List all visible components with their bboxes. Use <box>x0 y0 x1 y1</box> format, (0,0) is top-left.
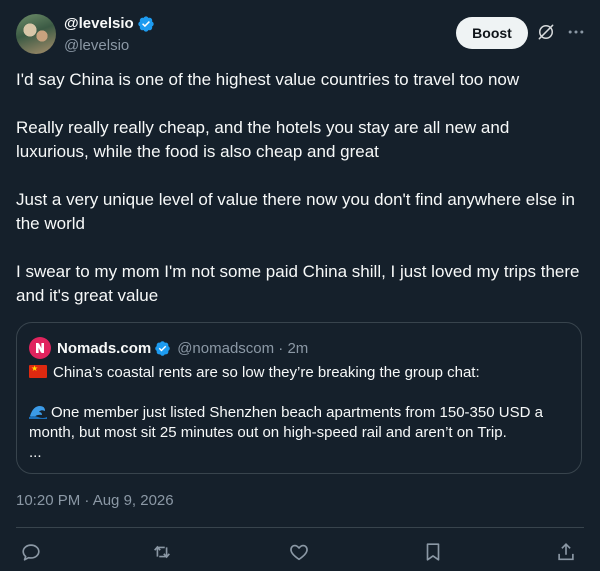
quote-line: China’s coastal rents are so low they’re… <box>29 363 569 383</box>
boost-button[interactable]: Boost <box>456 17 528 49</box>
avatar[interactable] <box>16 14 56 54</box>
tweet: @levelsio @levelsio Boost I'd say China … <box>0 0 600 571</box>
tweet-timestamp[interactable]: 10:20 PM · Aug 9, 2026 <box>16 492 174 509</box>
share-icon[interactable] <box>555 541 577 563</box>
quote-line: One member just listed Shenzhen beach ap… <box>29 403 569 423</box>
divider <box>16 527 584 528</box>
display-name-row: @levelsio <box>64 14 155 34</box>
repost-icon[interactable] <box>151 541 173 563</box>
quote-spacer <box>29 383 569 403</box>
quote-ellipsis: ... <box>29 444 42 461</box>
grok-icon[interactable] <box>536 22 556 42</box>
tweet-paragraph: Just a very unique level of value there … <box>16 190 575 233</box>
tweet-paragraph: I'd say China is one of the highest valu… <box>16 70 520 89</box>
display-name[interactable]: @levelsio <box>64 14 134 34</box>
china-flag-icon <box>29 365 47 378</box>
like-icon[interactable] <box>288 541 310 563</box>
tweet-paragraph: Really really really cheap, and the hote… <box>16 118 510 161</box>
quote-line-text: month, but most sit 25 minutes out on hi… <box>29 424 507 441</box>
tweet-body: I'd say China is one of the highest valu… <box>16 68 586 332</box>
action-bar <box>20 541 576 565</box>
author-handle[interactable]: @levelsio <box>64 36 155 56</box>
tweet-paragraph: I swear to my mom I'm not some paid Chin… <box>16 262 580 305</box>
verified-badge-icon <box>137 16 154 32</box>
nomads-logo-icon <box>29 337 51 359</box>
author-names: @levelsio @levelsio <box>64 14 155 56</box>
quote-line-text: China’s coastal rents are so low they’re… <box>53 364 480 381</box>
quote-text: China’s coastal rents are so low they’re… <box>29 363 569 463</box>
more-icon[interactable] <box>566 22 586 42</box>
reply-icon[interactable] <box>20 541 42 563</box>
bookmark-icon[interactable] <box>422 541 444 563</box>
tweet-header: @levelsio @levelsio Boost <box>16 14 586 58</box>
quoted-tweet-card[interactable]: Nomads.com @nomadscom · 2m China’s coast… <box>16 322 582 474</box>
quote-handle-time[interactable]: @nomadscom · 2m <box>177 340 308 357</box>
verified-badge-icon <box>155 340 170 356</box>
quote-display-name[interactable]: Nomads.com <box>57 340 151 357</box>
quote-header: Nomads.com @nomadscom · 2m <box>29 337 308 359</box>
quote-line-text: One member just listed Shenzhen beach ap… <box>51 404 543 421</box>
wave-icon <box>29 406 47 419</box>
